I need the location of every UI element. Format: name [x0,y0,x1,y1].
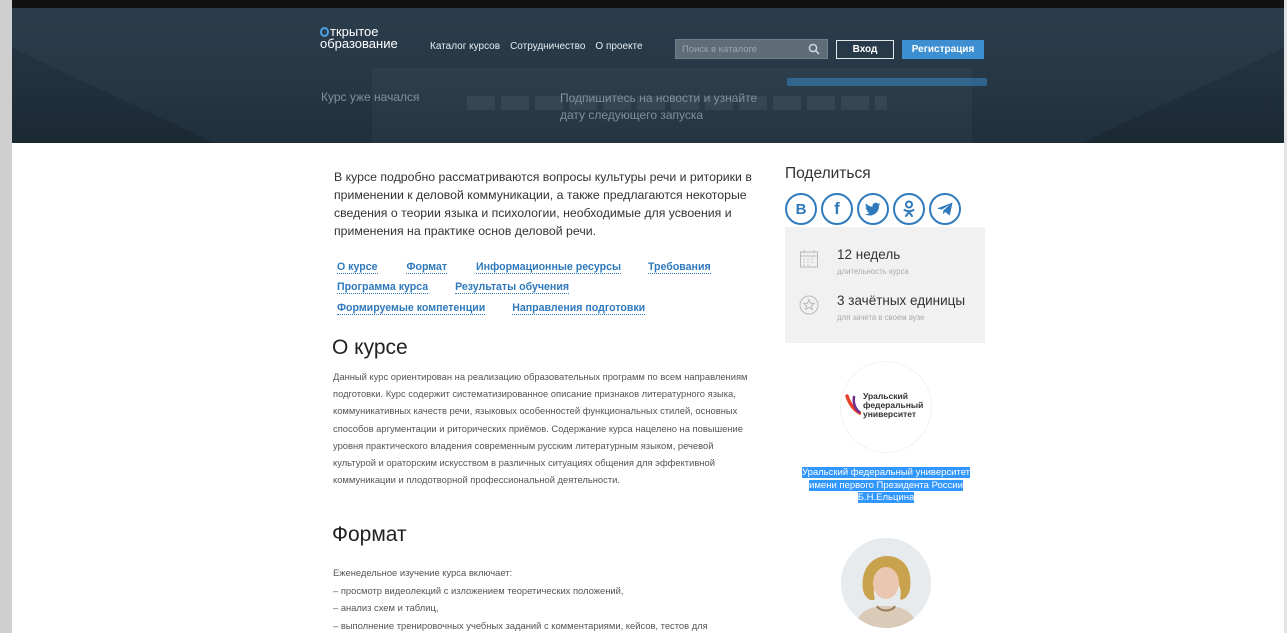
about-text: Данный курс ориентирован на реализацию о… [333,371,748,486]
anchor-directions[interactable]: Направления подготовки [512,302,646,315]
credits-value: 3 зачётных единицы [837,293,966,308]
ok-share-button[interactable] [893,193,925,225]
credits-label: для зачета в своем вузе [837,313,925,322]
course-stats-panel: 12 недель длительность курса 3 зачётных … [785,227,985,343]
lecturer-avatar[interactable] [841,538,931,628]
star-badge-icon [799,295,819,315]
calendar-icon [800,250,818,268]
register-button[interactable]: Регистрация [902,40,984,59]
lecturer-photo [841,538,931,628]
format-heading: Формат [332,523,407,546]
format-line: Еженедельное изучение курса включает: [333,567,513,578]
course-hero: ткрытое образование Каталог курсов Сотру… [12,0,1284,143]
nav-about-link[interactable]: О проекте [595,41,642,52]
hero-shadow-right [1064,48,1284,143]
odnoklassniki-icon [903,200,915,217]
search-icon[interactable] [808,43,820,55]
anchor-about[interactable]: О курсе [337,261,378,274]
vk-share-button[interactable]: В [785,193,817,225]
university-logo[interactable]: Уральский федеральный университет [841,362,931,452]
site-logo[interactable]: ткрытое образование [320,25,398,51]
facebook-icon: f [834,199,840,218]
anchor-format[interactable]: Формат [406,261,448,274]
main-nav: Каталог курсов Сотрудничество О проекте [430,41,643,52]
nav-cooperation-link[interactable]: Сотрудничество [510,41,585,52]
urfu-mark-icon [845,394,861,415]
search-input[interactable]: Поиск в каталоге [675,39,828,59]
university-logo-text: Уральский федеральный университет [863,391,924,419]
hero-subscribe-button-ghost [787,78,987,86]
telegram-icon [937,202,953,216]
anchor-program[interactable]: Программа курса [337,281,429,294]
format-line: – анализ схем и таблиц, [333,602,439,613]
twitter-share-button[interactable] [857,193,889,225]
twitter-icon [865,202,881,216]
share-buttons: В f [785,193,961,225]
vk-icon: В [795,200,807,218]
logo-line2: образование [320,36,398,51]
anchor-requirements[interactable]: Требования [647,261,711,274]
subscribe-note: Подпишитесь на новости и узнайте дату сл… [560,91,758,122]
format-line: – просмотр видеолекций с изложением теор… [333,584,624,596]
anchor-competencies[interactable]: Формируемые компетенции [337,302,486,315]
facebook-share-button[interactable]: f [821,193,853,225]
university-link[interactable]: Уральский федеральный университет имени … [793,467,979,505]
anchor-resources[interactable]: Информационные ресурсы [476,261,622,274]
login-button[interactable]: Вход [836,40,894,59]
duration-value: 12 недель [837,247,901,262]
course-intro: В курсе подробно рассматриваются вопросы… [334,170,752,238]
search-placeholder: Поиск в каталоге [682,44,758,55]
duration-label: длительность курса [837,267,909,276]
page-frame: ткрытое образование Каталог курсов Сотру… [0,0,1287,633]
format-list: Еженедельное изучение курса включает: – … [333,564,758,633]
course-status: Курс уже начался [321,90,420,104]
telegram-share-button[interactable] [929,193,961,225]
nav-catalog-link[interactable]: Каталог курсов [430,41,500,52]
about-heading: О курсе [332,336,408,359]
format-line: – выполнение тренировочных учебных задан… [333,619,708,631]
anchor-outcomes[interactable]: Результаты обучения [455,281,570,294]
university-link-text: Уральский федеральный университет имени … [801,467,971,504]
hero-shadow-left [12,48,232,143]
share-heading: Поделиться [785,165,871,182]
